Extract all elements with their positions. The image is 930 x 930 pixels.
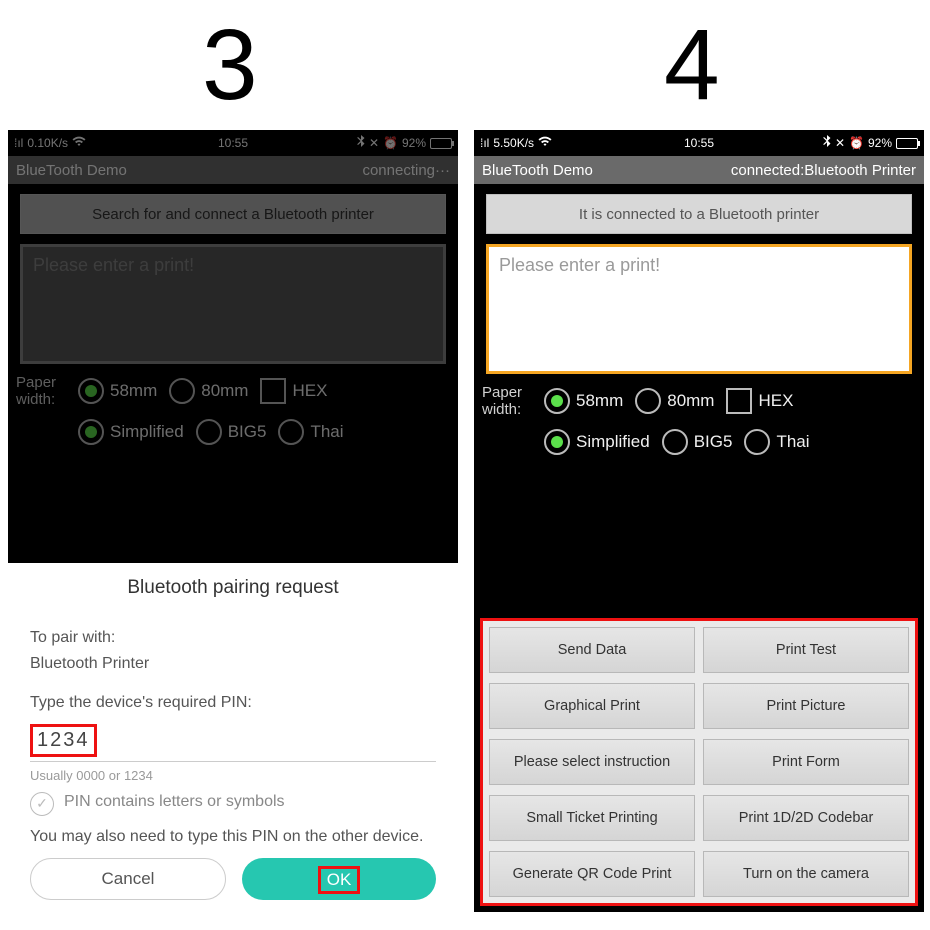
status-bar: ⁞ıl 5.50K/s 10:55 ✕ ⏰ 92% xyxy=(474,130,924,156)
radio-big5[interactable] xyxy=(662,429,688,455)
dialog-title: Bluetooth pairing request xyxy=(30,577,436,599)
alarm-icon: ⏰ xyxy=(849,136,864,150)
label-big5: BIG5 xyxy=(694,432,733,452)
radio-58mm[interactable] xyxy=(544,388,570,414)
checkbox-hex[interactable] xyxy=(260,378,286,404)
data-speed: 5.50K/s xyxy=(493,136,534,150)
clock: 10:55 xyxy=(218,136,248,150)
search-connect-button[interactable]: Search for and connect a Bluetooth print… xyxy=(20,194,446,234)
app-title: BlueTooth Demo xyxy=(482,162,593,179)
radio-simplified[interactable] xyxy=(78,419,104,445)
app-header: BlueTooth Demo connected:Bluetooth Print… xyxy=(474,156,924,184)
dnd-icon: ✕ xyxy=(835,136,845,150)
wifi-icon xyxy=(538,136,552,150)
pairing-dialog: Bluetooth pairing request To pair with: … xyxy=(8,563,458,912)
pin-highlight: 1234 xyxy=(30,724,97,757)
label-80mm: 80mm xyxy=(667,391,714,411)
ok-highlight: OK xyxy=(318,866,361,894)
graphical-print-button[interactable]: Graphical Print xyxy=(489,683,695,729)
label-80mm: 80mm xyxy=(201,381,248,401)
paper-width-label: Paper width: xyxy=(16,374,72,409)
battery-icon xyxy=(896,138,918,149)
print-picture-button[interactable]: Print Picture xyxy=(703,683,909,729)
turn-on-camera-button[interactable]: Turn on the camera xyxy=(703,851,909,897)
paper-width-label: Paper width: xyxy=(482,384,538,419)
bluetooth-icon xyxy=(357,135,365,151)
battery-percent: 92% xyxy=(868,136,892,150)
pin-symbols-label: PIN contains letters or symbols xyxy=(64,791,285,813)
bluetooth-icon xyxy=(823,135,831,151)
step-number-3: 3 xyxy=(202,8,258,123)
print-codebar-button[interactable]: Print 1D/2D Codebar xyxy=(703,795,909,841)
status-bar: ⁞ıl 0.10K/s 10:55 ✕ ⏰ 92% xyxy=(8,130,458,156)
pin-prompt: Type the device's required PIN: xyxy=(30,692,436,714)
connected-banner[interactable]: It is connected to a Bluetooth printer xyxy=(486,194,912,234)
radio-80mm[interactable] xyxy=(169,378,195,404)
action-grid: Send Data Print Test Graphical Print Pri… xyxy=(480,618,918,906)
label-58mm: 58mm xyxy=(576,391,623,411)
generate-qr-button[interactable]: Generate QR Code Print xyxy=(489,851,695,897)
radio-big5[interactable] xyxy=(196,419,222,445)
alarm-icon: ⏰ xyxy=(383,136,398,150)
options-area: Paper width: 58mm 80mm HEX Simplified BI… xyxy=(8,364,458,459)
radio-58mm[interactable] xyxy=(78,378,104,404)
label-simplified: Simplified xyxy=(110,422,184,442)
phone-screen-3: ⁞ıl 0.10K/s 10:55 ✕ ⏰ 92% BlueTooth Demo… xyxy=(8,130,458,912)
checkbox-hex[interactable] xyxy=(726,388,752,414)
data-speed: 0.10K/s xyxy=(27,136,68,150)
cancel-button[interactable]: Cancel xyxy=(30,858,226,900)
radio-thai[interactable] xyxy=(278,419,304,445)
options-area: Paper width: 58mm 80mm HEX Simplified BI… xyxy=(474,374,924,469)
signal-icon: ⁞ıl xyxy=(480,136,489,150)
radio-80mm[interactable] xyxy=(635,388,661,414)
print-form-button[interactable]: Print Form xyxy=(703,739,909,785)
ok-button[interactable]: OK xyxy=(242,858,436,900)
label-58mm: 58mm xyxy=(110,381,157,401)
label-hex: HEX xyxy=(292,381,327,401)
pin-also-note: You may also need to type this PIN on th… xyxy=(30,826,436,848)
radio-simplified[interactable] xyxy=(544,429,570,455)
pair-with-label: To pair with: xyxy=(30,627,436,649)
pin-hint: Usually 0000 or 1234 xyxy=(30,761,436,783)
send-data-button[interactable]: Send Data xyxy=(489,627,695,673)
phone-screen-4: ⁞ıl 5.50K/s 10:55 ✕ ⏰ 92% BlueTooth Demo… xyxy=(474,130,924,912)
select-instruction-button[interactable]: Please select instruction xyxy=(489,739,695,785)
dnd-icon: ✕ xyxy=(369,136,379,150)
step-number-4: 4 xyxy=(664,8,720,123)
wifi-icon xyxy=(72,136,86,150)
connection-status: connecting··· xyxy=(362,162,450,179)
label-hex: HEX xyxy=(758,391,793,411)
pin-symbols-checkbox[interactable]: ✓ xyxy=(30,792,54,816)
pin-input[interactable]: 1234 xyxy=(37,729,90,751)
pair-device-name: Bluetooth Printer xyxy=(30,653,436,675)
label-simplified: Simplified xyxy=(576,432,650,452)
signal-icon: ⁞ıl xyxy=(14,136,23,150)
print-text-input[interactable]: Please enter a print! xyxy=(20,244,446,364)
battery-percent: 92% xyxy=(402,136,426,150)
connection-status: connected:Bluetooth Printer xyxy=(731,162,916,179)
print-text-input[interactable]: Please enter a print! xyxy=(486,244,912,374)
print-test-button[interactable]: Print Test xyxy=(703,627,909,673)
small-ticket-button[interactable]: Small Ticket Printing xyxy=(489,795,695,841)
label-thai: Thai xyxy=(310,422,343,442)
clock: 10:55 xyxy=(684,136,714,150)
app-header: BlueTooth Demo connecting··· xyxy=(8,156,458,184)
label-big5: BIG5 xyxy=(228,422,267,442)
radio-thai[interactable] xyxy=(744,429,770,455)
ok-label: OK xyxy=(327,870,352,889)
app-title: BlueTooth Demo xyxy=(16,162,127,179)
label-thai: Thai xyxy=(776,432,809,452)
battery-icon xyxy=(430,138,452,149)
